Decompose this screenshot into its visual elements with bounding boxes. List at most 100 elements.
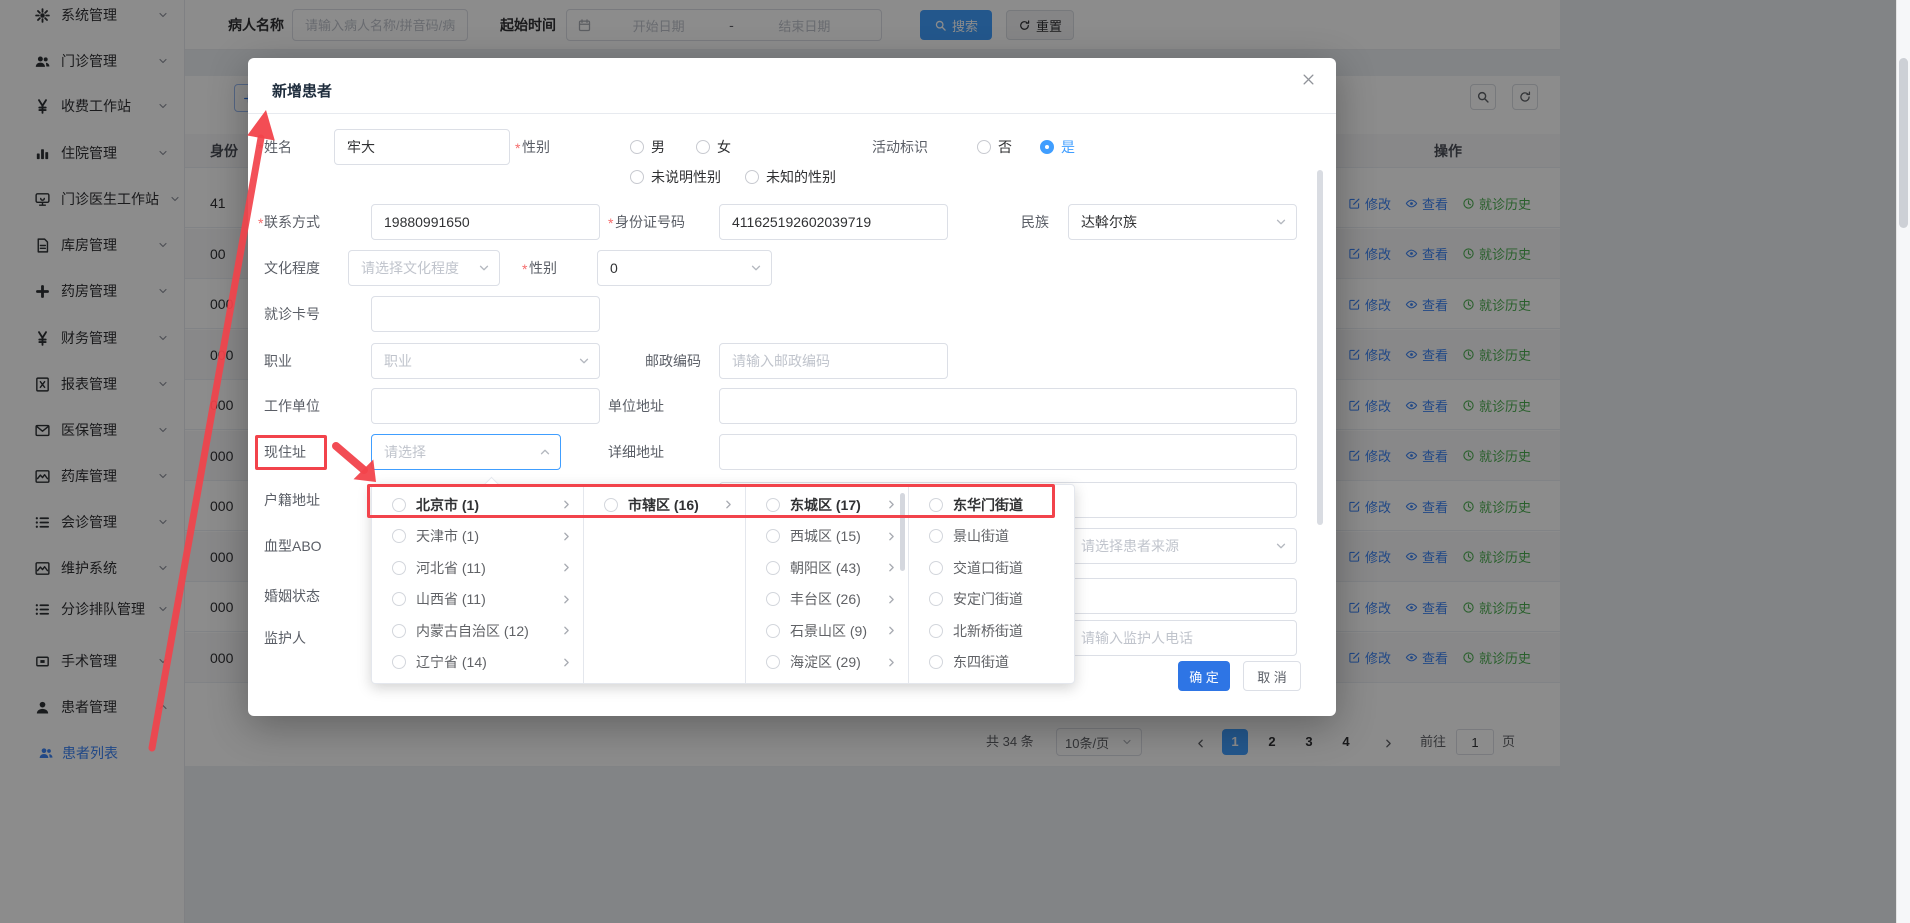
chevron-down-icon xyxy=(1274,215,1288,229)
chevron-down-icon xyxy=(577,354,591,368)
chevron-right-icon xyxy=(560,624,573,637)
company-input[interactable] xyxy=(371,388,600,424)
cascader-option[interactable]: 丰台区 (26) xyxy=(746,584,908,616)
chevron-up-icon xyxy=(538,445,552,459)
active-radio-yes[interactable]: 是 xyxy=(1040,137,1075,157)
active-radio-no[interactable]: 否 xyxy=(977,137,1012,157)
cascader-option[interactable]: 景山街道 xyxy=(909,521,1076,553)
radio-icon[interactable] xyxy=(929,592,943,606)
education-select[interactable]: 请选择文化程度 xyxy=(348,250,500,286)
cascader-option[interactable]: 河北省 (11) xyxy=(372,552,583,584)
chevron-right-icon xyxy=(885,656,898,669)
cascader-option[interactable]: 山西省 (11) xyxy=(372,584,583,616)
required-mark: * xyxy=(258,204,263,240)
cascader-option[interactable]: 天津市 (1) xyxy=(372,521,583,553)
education-label: 文化程度 xyxy=(264,250,320,286)
app-screen: 患者列表 系统管理门诊管理收费工作站住院管理门诊医生工作站库房管理药房管理财务管… xyxy=(0,0,1910,923)
gender2-select[interactable]: 0 xyxy=(597,250,772,286)
radio-icon[interactable] xyxy=(766,498,780,512)
cascader-option[interactable]: 北新桥街道 xyxy=(909,615,1076,647)
occupation-select[interactable]: 职业 xyxy=(371,343,600,379)
name-label: 姓名 xyxy=(264,129,292,165)
chevron-right-icon xyxy=(560,498,573,511)
scrollbar-thumb[interactable] xyxy=(1899,58,1908,228)
chevron-right-icon xyxy=(885,561,898,574)
chevron-right-icon xyxy=(885,624,898,637)
idcard-label: 身份证号码 xyxy=(615,204,685,240)
radio-icon[interactable] xyxy=(766,655,780,669)
radio-icon[interactable] xyxy=(766,592,780,606)
postcode-label: 邮政编码 xyxy=(645,343,701,379)
idcard-input[interactable] xyxy=(719,204,948,240)
cascader-option[interactable]: 安定门街道 xyxy=(909,584,1076,616)
detail-address-input[interactable] xyxy=(719,434,1297,470)
contact-input[interactable] xyxy=(371,204,600,240)
chevron-down-icon xyxy=(749,261,763,275)
current-address-label: 现住址 xyxy=(264,434,306,470)
radio-icon[interactable] xyxy=(929,498,943,512)
cascader-option[interactable]: 东四街道 xyxy=(909,647,1076,679)
radio-icon[interactable] xyxy=(392,592,406,606)
radio-icon[interactable] xyxy=(929,655,943,669)
divider xyxy=(248,113,1336,114)
cascader-option[interactable]: 东华门街道 xyxy=(909,489,1076,521)
occupation-label: 职业 xyxy=(264,343,292,379)
radio-icon[interactable] xyxy=(392,655,406,669)
cascader-option[interactable]: 内蒙古自治区 (12) xyxy=(372,615,583,647)
gender-radio-unknown[interactable]: 未知的性别 xyxy=(745,167,836,187)
radio-icon[interactable] xyxy=(766,529,780,543)
radio-icon[interactable] xyxy=(392,498,406,512)
address-cascader-dropdown: 北京市 (1)天津市 (1)河北省 (11)山西省 (11)内蒙古自治区 (12… xyxy=(371,484,1075,684)
gender2-label: 性别 xyxy=(529,250,557,286)
radio-icon[interactable] xyxy=(929,529,943,543)
modal-scrollbar-thumb[interactable] xyxy=(1317,170,1323,525)
required-mark: * xyxy=(258,129,263,165)
postcode-input[interactable] xyxy=(719,343,948,379)
radio-icon[interactable] xyxy=(929,624,943,638)
cancel-button[interactable]: 取 消 xyxy=(1243,661,1301,691)
required-mark: * xyxy=(515,129,520,165)
gender-radio-male[interactable]: 男 xyxy=(630,137,665,157)
card-no-label: 就诊卡号 xyxy=(264,296,320,332)
chevron-right-icon xyxy=(560,593,573,606)
detail-address-label: 详细地址 xyxy=(608,434,664,470)
cascader-option[interactable]: 市辖区 (16) xyxy=(584,489,745,521)
ethnic-select[interactable]: 达斡尔族 xyxy=(1068,204,1297,240)
ethnic-label: 民族 xyxy=(1021,204,1049,240)
radio-icon[interactable] xyxy=(766,624,780,638)
card-no-input[interactable] xyxy=(371,296,600,332)
current-address-cascader[interactable]: 请选择 xyxy=(371,434,561,470)
cascader-option[interactable]: 朝阳区 (43) xyxy=(746,552,908,584)
gender-label: 性别 xyxy=(522,129,550,165)
radio-icon[interactable] xyxy=(392,624,406,638)
company-address-input[interactable] xyxy=(719,388,1297,424)
chevron-right-icon xyxy=(885,498,898,511)
chevron-down-icon xyxy=(1274,539,1288,553)
gender-radio-female[interactable]: 女 xyxy=(696,137,731,157)
cascader-option[interactable]: 辽宁省 (14) xyxy=(372,647,583,679)
name-input[interactable] xyxy=(334,129,510,165)
radio-icon[interactable] xyxy=(929,561,943,575)
cascader-option[interactable]: 交道口街道 xyxy=(909,552,1076,584)
cascader-scrollbar-thumb[interactable] xyxy=(900,493,905,571)
cascader-option[interactable]: 北京市 (1) xyxy=(372,489,583,521)
cascader-column-3: 东华门街道景山街道交道口街道安定门街道北新桥街道东四街道 xyxy=(909,485,1076,683)
registered-address-label: 户籍地址 xyxy=(264,482,320,518)
radio-icon[interactable] xyxy=(766,561,780,575)
cascader-option[interactable]: 石景山区 (9) xyxy=(746,615,908,647)
cascader-option[interactable]: 西城区 (15) xyxy=(746,521,908,553)
window-scrollbar[interactable] xyxy=(1896,0,1910,923)
blood-abo-label: 血型ABO xyxy=(264,528,322,564)
cascader-option[interactable]: 海淀区 (29) xyxy=(746,647,908,679)
guardian-phone-input[interactable] xyxy=(1068,620,1297,656)
gender-radio-unstated[interactable]: 未说明性别 xyxy=(630,167,721,187)
radio-icon[interactable] xyxy=(392,561,406,575)
close-icon[interactable] xyxy=(1301,72,1316,87)
radio-icon[interactable] xyxy=(392,529,406,543)
cascader-option[interactable]: 东城区 (17) xyxy=(746,489,908,521)
confirm-button[interactable]: 确 定 xyxy=(1178,661,1230,691)
dialog-title: 新增患者 xyxy=(272,80,332,101)
chevron-right-icon xyxy=(722,498,735,511)
patient-source-select[interactable]: 请选择患者来源 xyxy=(1068,528,1297,564)
radio-icon[interactable] xyxy=(604,498,618,512)
